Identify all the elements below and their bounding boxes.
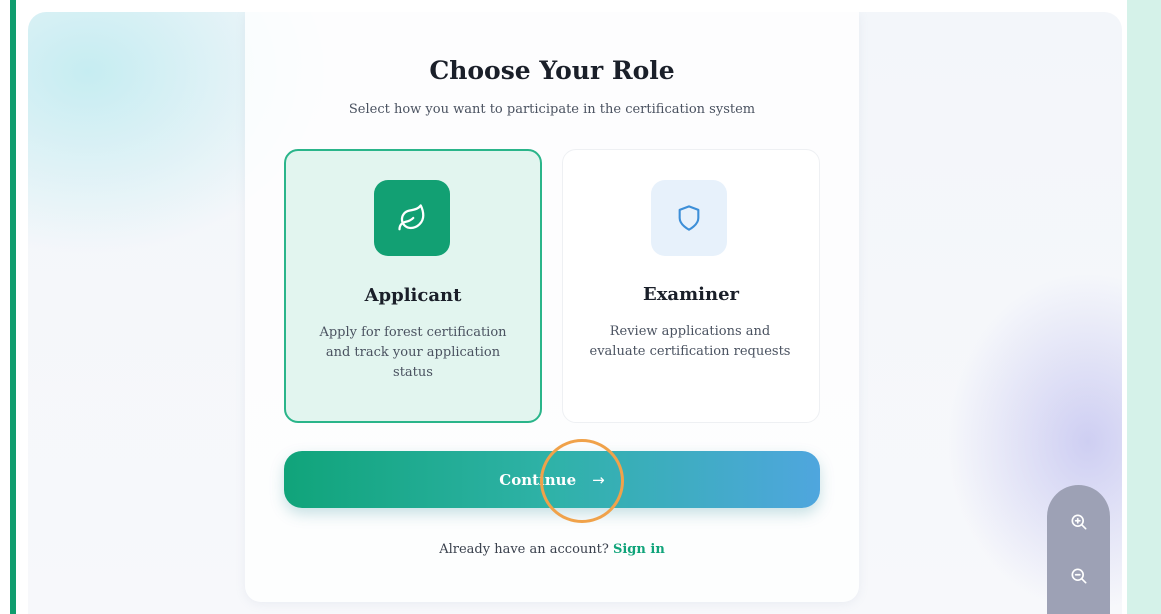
role-option-examiner[interactable]: Examiner Review applications and evaluat…: [562, 149, 820, 423]
left-accent-bar: [10, 0, 16, 614]
page-subtitle: Select how you want to participate in th…: [348, 102, 756, 117]
role-description-examiner: Review applications and evaluate certifi…: [589, 324, 791, 359]
zoom-in-icon[interactable]: [1066, 509, 1092, 535]
signin-link[interactable]: Sign in: [613, 542, 665, 557]
signin-prompt: Already have an account? Sign in: [245, 542, 859, 557]
role-name-examiner: Examiner: [642, 284, 740, 305]
leaf-icon: [374, 180, 450, 256]
role-name-applicant: Applicant: [364, 285, 462, 306]
click-indicator: [540, 439, 624, 523]
app-background: Choose Your Role Select how you want to …: [28, 12, 1122, 614]
right-side-panel: [1127, 0, 1161, 614]
role-description-applicant: Apply for forest certification and track…: [319, 325, 507, 380]
role-option-applicant[interactable]: Applicant Apply for forest certification…: [284, 149, 542, 423]
shield-icon: [651, 180, 727, 256]
zoom-out-icon[interactable]: [1066, 563, 1092, 589]
page-title: Choose Your Role: [429, 56, 675, 85]
signin-prompt-text: Already have an account?: [439, 542, 609, 557]
zoom-controls: [1047, 485, 1110, 614]
role-selection-card: Choose Your Role Select how you want to …: [245, 12, 859, 602]
